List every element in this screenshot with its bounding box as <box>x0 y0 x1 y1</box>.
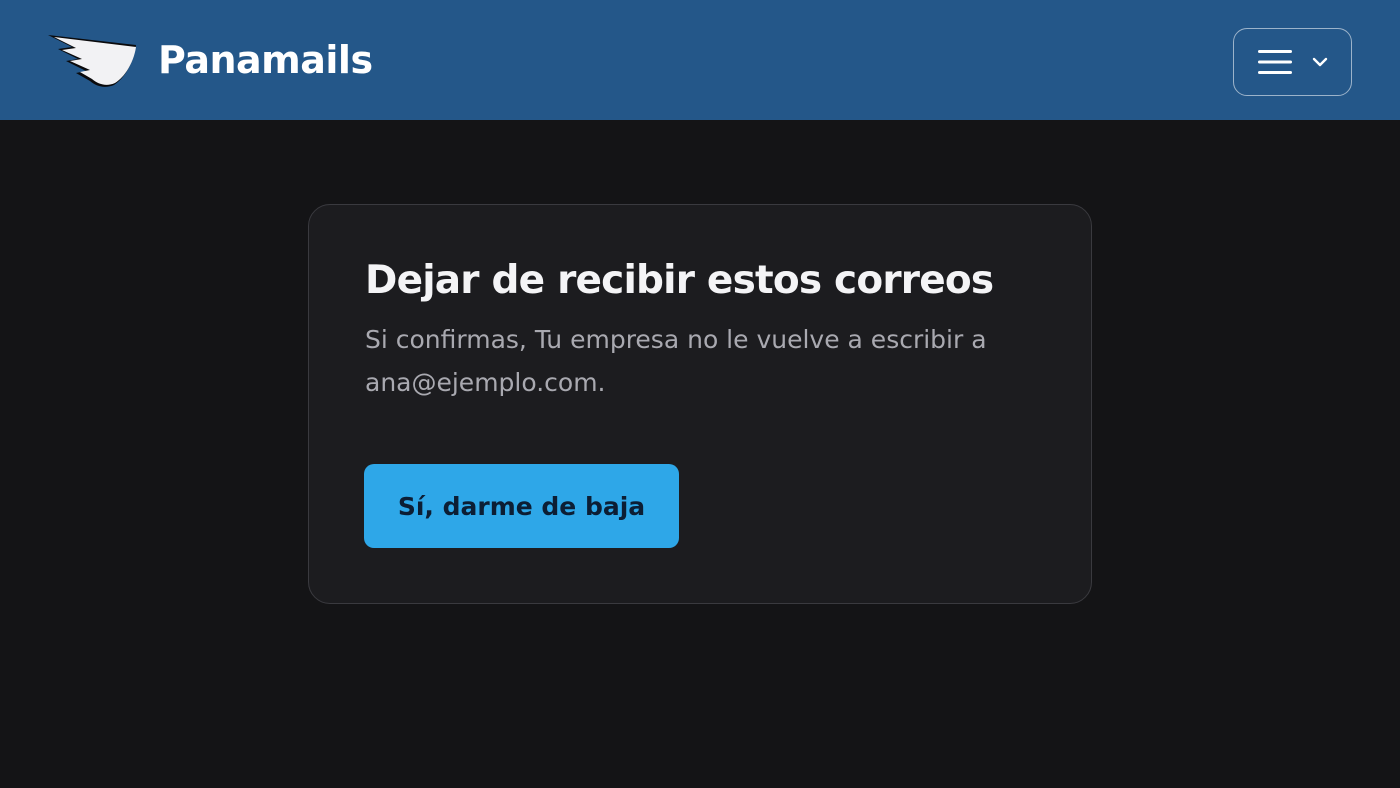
menu-dropdown-button[interactable] <box>1233 28 1352 96</box>
chevron-down-icon <box>1312 57 1327 67</box>
wing-logo-icon <box>48 35 136 87</box>
hamburger-icon <box>1257 50 1292 74</box>
unsubscribe-card: Dejar de recibir estos correos Si confir… <box>308 204 1092 604</box>
card-description: Si confirmas, Tu empresa no le vuelve a … <box>365 324 987 397</box>
brand-name: Panamails <box>158 38 373 82</box>
card-title: Dejar de recibir estos correos <box>365 258 994 303</box>
brand-logo-link[interactable]: Panamails <box>46 30 373 90</box>
confirm-unsubscribe-button[interactable]: Sí, darme de baja <box>364 464 679 548</box>
top-bar: Panamails <box>0 0 1400 120</box>
